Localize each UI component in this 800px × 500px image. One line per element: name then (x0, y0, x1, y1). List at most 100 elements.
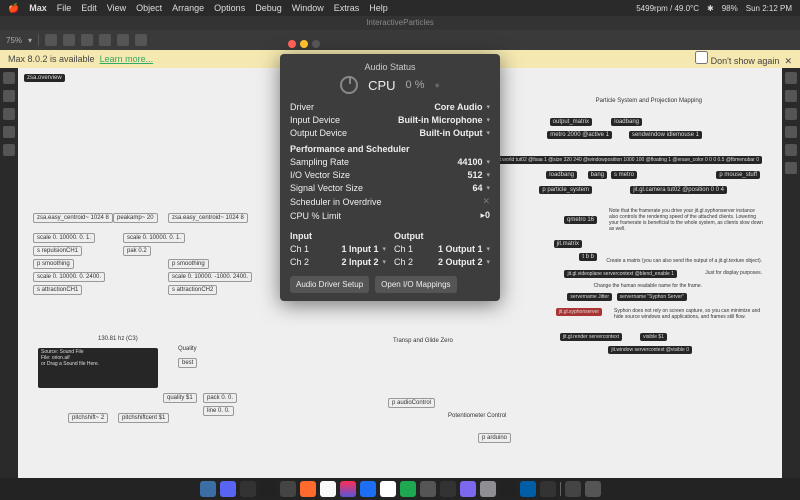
app-name[interactable]: Max (29, 3, 47, 14)
obj[interactable]: jit.gl.videoplane servercontext @blend_e… (564, 270, 677, 278)
obj[interactable]: jit.window servercontext @visible 0 (608, 346, 692, 354)
app-icon[interactable] (240, 481, 256, 497)
app-icon[interactable] (280, 481, 296, 497)
obj[interactable]: zsa.easy_centroid~ 1024 8 (33, 213, 113, 223)
obj[interactable]: s repulsionCH1 (33, 246, 82, 256)
overdrive-toggle[interactable]: ✕ (482, 196, 490, 207)
audio-status-dialog[interactable]: Audio Status CPU 0 % ● DriverCore Audio▾… (280, 54, 500, 301)
obj-syphon[interactable]: jit.gl.syphonserver (556, 308, 602, 316)
obj[interactable]: scale 0. 10000. 0. 1. (123, 233, 185, 243)
learn-more-link[interactable]: Learn more... (100, 54, 154, 64)
menu-file[interactable]: File (57, 3, 72, 14)
obj[interactable]: zsa.easy_centroid~ 1024 8 (168, 213, 248, 223)
obj[interactable]: qmetro 16 (564, 216, 597, 224)
audio-driver-setup-button[interactable]: Audio Driver Setup (290, 276, 369, 293)
sample-rate-select[interactable]: 44100 (457, 157, 482, 167)
minimize-icon[interactable] (300, 40, 308, 48)
apple-icon[interactable]: 🍎 (8, 3, 19, 14)
menu-edit[interactable]: Edit (81, 3, 97, 14)
app-icon[interactable] (520, 481, 536, 497)
tool-icon[interactable] (3, 126, 15, 138)
obj[interactable]: metro 2000 @active 1 (547, 131, 612, 139)
io-vector-select[interactable]: 512 (467, 170, 482, 180)
clock[interactable]: Sun 2:12 PM (746, 4, 792, 13)
dp-icon[interactable] (260, 481, 276, 497)
obj-overview[interactable]: zsa.overview (24, 74, 65, 82)
finder-icon[interactable] (200, 481, 216, 497)
zoom-icon[interactable] (312, 40, 320, 48)
obj[interactable]: p audioControl (388, 398, 435, 408)
obj[interactable]: p smoothing (33, 259, 74, 269)
obj[interactable]: servername "Syphon Server" (617, 293, 687, 301)
safari-icon[interactable] (380, 481, 396, 497)
tool-icon[interactable] (63, 34, 75, 46)
obj[interactable]: jit.gl.render servercontext (560, 333, 622, 341)
output-device-select[interactable]: Built-in Output (420, 128, 483, 138)
close-icon[interactable]: ✕ (784, 56, 792, 66)
appstore-icon[interactable] (360, 481, 376, 497)
menu-window[interactable]: Window (292, 3, 324, 14)
tool-icon[interactable] (45, 34, 57, 46)
folder-icon[interactable] (565, 481, 581, 497)
obj[interactable]: jit.gl.camera tut02 @position 0 0 4 (630, 186, 727, 194)
obj[interactable]: loadbang (611, 118, 642, 126)
out-ch1-select[interactable]: 1 Output 1 (438, 244, 483, 254)
obj[interactable]: s attractionCH1 (33, 285, 82, 295)
obj[interactable]: p smoothing (168, 259, 209, 269)
app-icon[interactable] (460, 481, 476, 497)
tool-icon[interactable] (117, 34, 129, 46)
preferences-icon[interactable] (480, 481, 496, 497)
obj[interactable]: pak 0.2 (123, 246, 151, 256)
obj[interactable]: servername Jitter (567, 293, 612, 301)
tool-icon[interactable] (3, 144, 15, 156)
fan-temp[interactable]: 5499rpm / 49.0°C (636, 4, 699, 13)
music-icon[interactable] (340, 481, 356, 497)
menu-debug[interactable]: Debug (255, 3, 282, 14)
menu-options[interactable]: Options (214, 3, 245, 14)
obj[interactable]: best (178, 358, 197, 368)
obj[interactable]: p arduino (478, 433, 511, 443)
obj[interactable]: quality $1 (163, 393, 197, 403)
input-device-select[interactable]: Built-in Microphone (398, 115, 483, 125)
obj[interactable]: jit.matrix (554, 240, 582, 248)
app-icon[interactable] (440, 481, 456, 497)
obj[interactable]: output_matrix (550, 118, 592, 126)
chevron-down-icon[interactable]: ▾ (28, 36, 32, 45)
menu-object[interactable]: Object (136, 3, 162, 14)
obj[interactable]: scale 0. 10000. 0. 2400. (33, 272, 105, 282)
soundfile-box[interactable]: Source: Sound File File: orion.aif or Dr… (38, 348, 158, 388)
obj[interactable]: line 0. 0. (203, 406, 234, 416)
obj[interactable]: s attractionCH2 (168, 285, 217, 295)
obj[interactable]: pack 0. 0. (203, 393, 237, 403)
vpt-icon[interactable] (540, 481, 556, 497)
app-icon[interactable] (420, 481, 436, 497)
in-ch1-select[interactable]: 1 Input 1 (341, 244, 378, 254)
driver-select[interactable]: Core Audio (434, 102, 482, 112)
tool-icon[interactable] (785, 162, 797, 174)
menu-arrange[interactable]: Arrange (172, 3, 204, 14)
obj[interactable]: p particle_system (539, 186, 592, 194)
obj[interactable]: loadbang (546, 171, 577, 179)
obj[interactable]: t b b (579, 253, 597, 261)
signal-vector-select[interactable]: 64 (472, 183, 482, 193)
cpu-limit-field[interactable]: ▸0 (480, 210, 490, 221)
battery[interactable]: 98% (722, 4, 738, 13)
power-icon[interactable] (340, 76, 358, 94)
menu-view[interactable]: View (107, 3, 126, 14)
obj[interactable]: scale 0. 10000. -1000. 2400. (168, 272, 252, 282)
calendar-icon[interactable] (320, 481, 336, 497)
app-icon[interactable] (400, 481, 416, 497)
tool-icon[interactable] (785, 144, 797, 156)
obj[interactable]: peakamp~ 20 (113, 213, 158, 223)
tool-icon[interactable] (135, 34, 147, 46)
close-icon[interactable] (288, 40, 296, 48)
obj[interactable]: pitchshiftcent $1 (118, 413, 169, 423)
zoom-level[interactable]: 75% (6, 36, 22, 45)
tool-icon[interactable] (99, 34, 111, 46)
app-icon[interactable] (300, 481, 316, 497)
max-icon[interactable] (500, 481, 516, 497)
obj[interactable]: s metro (611, 171, 637, 179)
menu-help[interactable]: Help (369, 3, 388, 14)
obj[interactable]: p mouse_stuff (716, 171, 760, 179)
tool-icon[interactable] (3, 90, 15, 102)
